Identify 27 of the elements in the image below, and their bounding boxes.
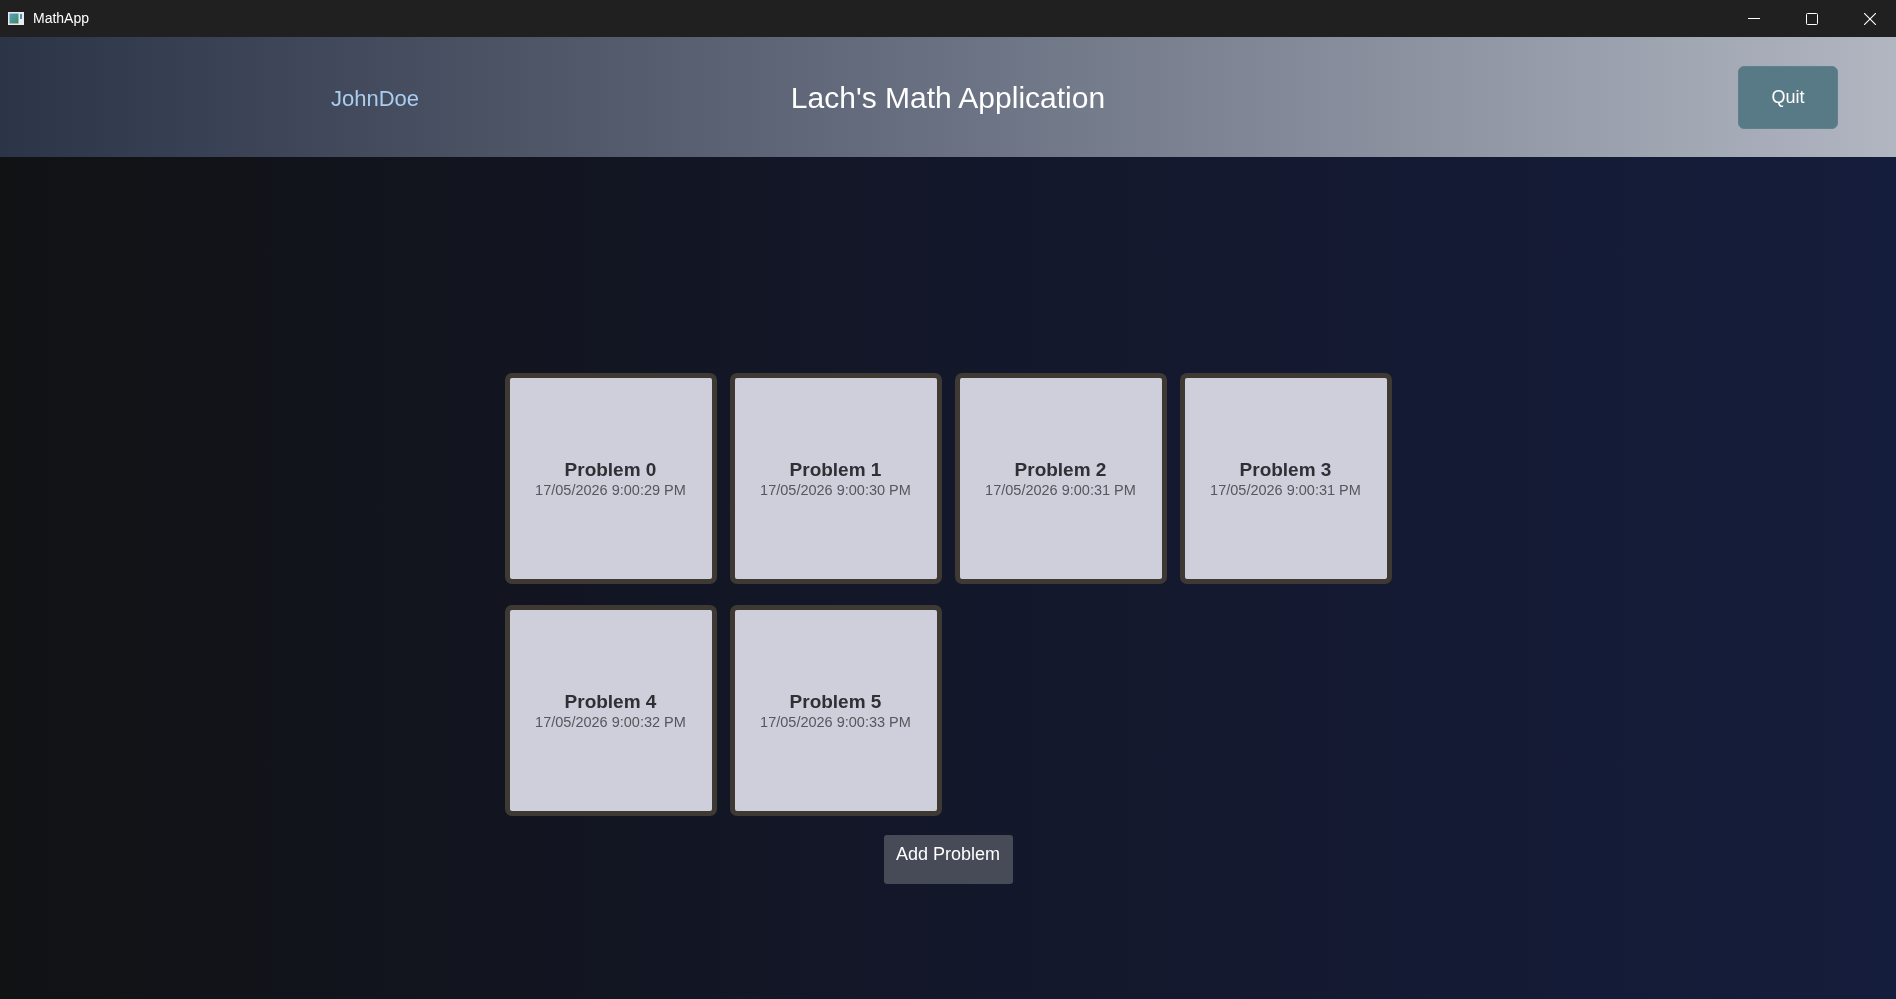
problem-timestamp: 17/05/2026 9:00:31 PM [985,481,1136,499]
problem-title: Problem 5 [789,690,882,713]
problem-title: Problem 0 [564,458,657,481]
problem-card[interactable]: Problem 0 17/05/2026 9:00:29 PM [504,373,717,584]
app-icon [8,12,24,25]
problem-card[interactable]: Problem 3 17/05/2026 9:00:31 PM [1179,373,1392,584]
problem-title: Problem 1 [789,458,882,481]
quit-button[interactable]: Quit [1738,65,1838,129]
problem-card[interactable]: Problem 1 17/05/2026 9:00:30 PM [729,373,942,584]
minimize-icon [1748,18,1760,19]
app-title: Lach's Math Application [790,79,1106,116]
problem-title: Problem 3 [1239,458,1332,481]
close-icon [1864,12,1876,25]
maximize-icon [1806,12,1818,25]
problem-timestamp: 17/05/2026 9:00:32 PM [535,713,686,731]
problem-card[interactable]: Problem 5 17/05/2026 9:00:33 PM [729,605,942,816]
problem-timestamp: 17/05/2026 9:00:29 PM [535,481,686,499]
problem-timestamp: 17/05/2026 9:00:31 PM [1210,481,1361,499]
problem-card[interactable]: Problem 4 17/05/2026 9:00:32 PM [504,605,717,816]
problem-card[interactable]: Problem 2 17/05/2026 9:00:31 PM [954,373,1167,584]
username-label: JohnDoe [330,84,420,113]
add-problem-button[interactable]: Add Problem [883,835,1013,884]
problem-timestamp: 17/05/2026 9:00:30 PM [760,481,911,499]
problem-title: Problem 4 [564,690,657,713]
problem-title: Problem 2 [1014,458,1107,481]
window-title: MathApp [33,9,90,28]
problem-timestamp: 17/05/2026 9:00:33 PM [760,713,911,731]
